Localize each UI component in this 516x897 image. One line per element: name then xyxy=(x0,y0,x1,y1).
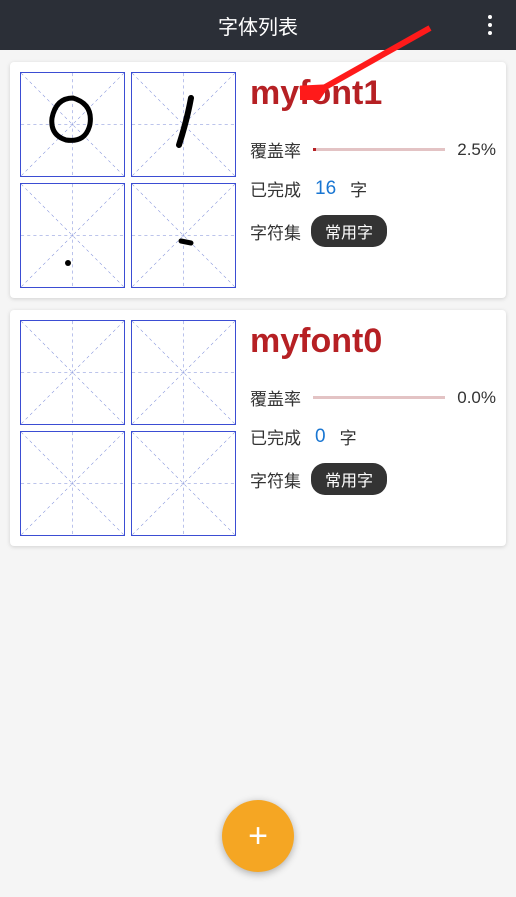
menu-overflow-icon[interactable] xyxy=(482,9,498,41)
charset-label: 字符集 xyxy=(250,219,301,244)
coverage-percent: 0.0% xyxy=(457,388,496,408)
charset-badge: 常用字 xyxy=(311,463,387,495)
charset-row: 字符集 常用字 xyxy=(250,215,496,247)
char-cell xyxy=(20,320,125,425)
completed-label: 已完成 xyxy=(250,424,301,449)
char-cell xyxy=(131,320,236,425)
char-cell xyxy=(131,72,236,177)
char-cell xyxy=(131,431,236,536)
completed-row: 已完成 0 字 xyxy=(250,424,496,449)
coverage-label: 覆盖率 xyxy=(250,385,301,410)
completed-count: 16 xyxy=(315,178,336,200)
page-title: 字体列表 xyxy=(218,11,298,40)
charset-label: 字符集 xyxy=(250,467,301,492)
coverage-row: 覆盖率 0.0% xyxy=(250,385,496,410)
char-cell xyxy=(20,431,125,536)
char-cell xyxy=(131,183,236,288)
char-unit: 字 xyxy=(350,176,367,201)
add-font-button[interactable]: + xyxy=(222,800,294,872)
app-header: 字体列表 xyxy=(0,0,516,50)
glyph-preview xyxy=(149,90,219,160)
font-card[interactable]: myfont1 覆盖率 2.5% 已完成 16 字 字符集 常用字 xyxy=(10,62,506,298)
char-cell xyxy=(20,183,125,288)
plus-icon: + xyxy=(248,819,268,853)
glyph-preview xyxy=(149,201,219,271)
font-info: myfont0 覆盖率 0.0% 已完成 0 字 字符集 常用字 xyxy=(250,320,496,536)
coverage-progress xyxy=(313,396,445,399)
char-preview-grid xyxy=(20,72,236,288)
font-card[interactable]: myfont0 覆盖率 0.0% 已完成 0 字 字符集 常用字 xyxy=(10,310,506,546)
font-info: myfont1 覆盖率 2.5% 已完成 16 字 字符集 常用字 xyxy=(250,72,496,288)
char-unit: 字 xyxy=(340,424,357,449)
glyph-preview xyxy=(38,201,108,271)
completed-label: 已完成 xyxy=(250,176,301,201)
coverage-label: 覆盖率 xyxy=(250,137,301,162)
coverage-row: 覆盖率 2.5% xyxy=(250,137,496,162)
char-preview-grid xyxy=(20,320,236,536)
charset-row: 字符集 常用字 xyxy=(250,463,496,495)
font-name: myfont0 xyxy=(250,322,496,361)
coverage-percent: 2.5% xyxy=(457,140,496,160)
font-name: myfont1 xyxy=(250,74,496,113)
char-cell xyxy=(20,72,125,177)
completed-count: 0 xyxy=(315,426,326,448)
completed-row: 已完成 16 字 xyxy=(250,176,496,201)
glyph-preview xyxy=(38,90,108,160)
charset-badge: 常用字 xyxy=(311,215,387,247)
coverage-progress xyxy=(313,148,445,151)
